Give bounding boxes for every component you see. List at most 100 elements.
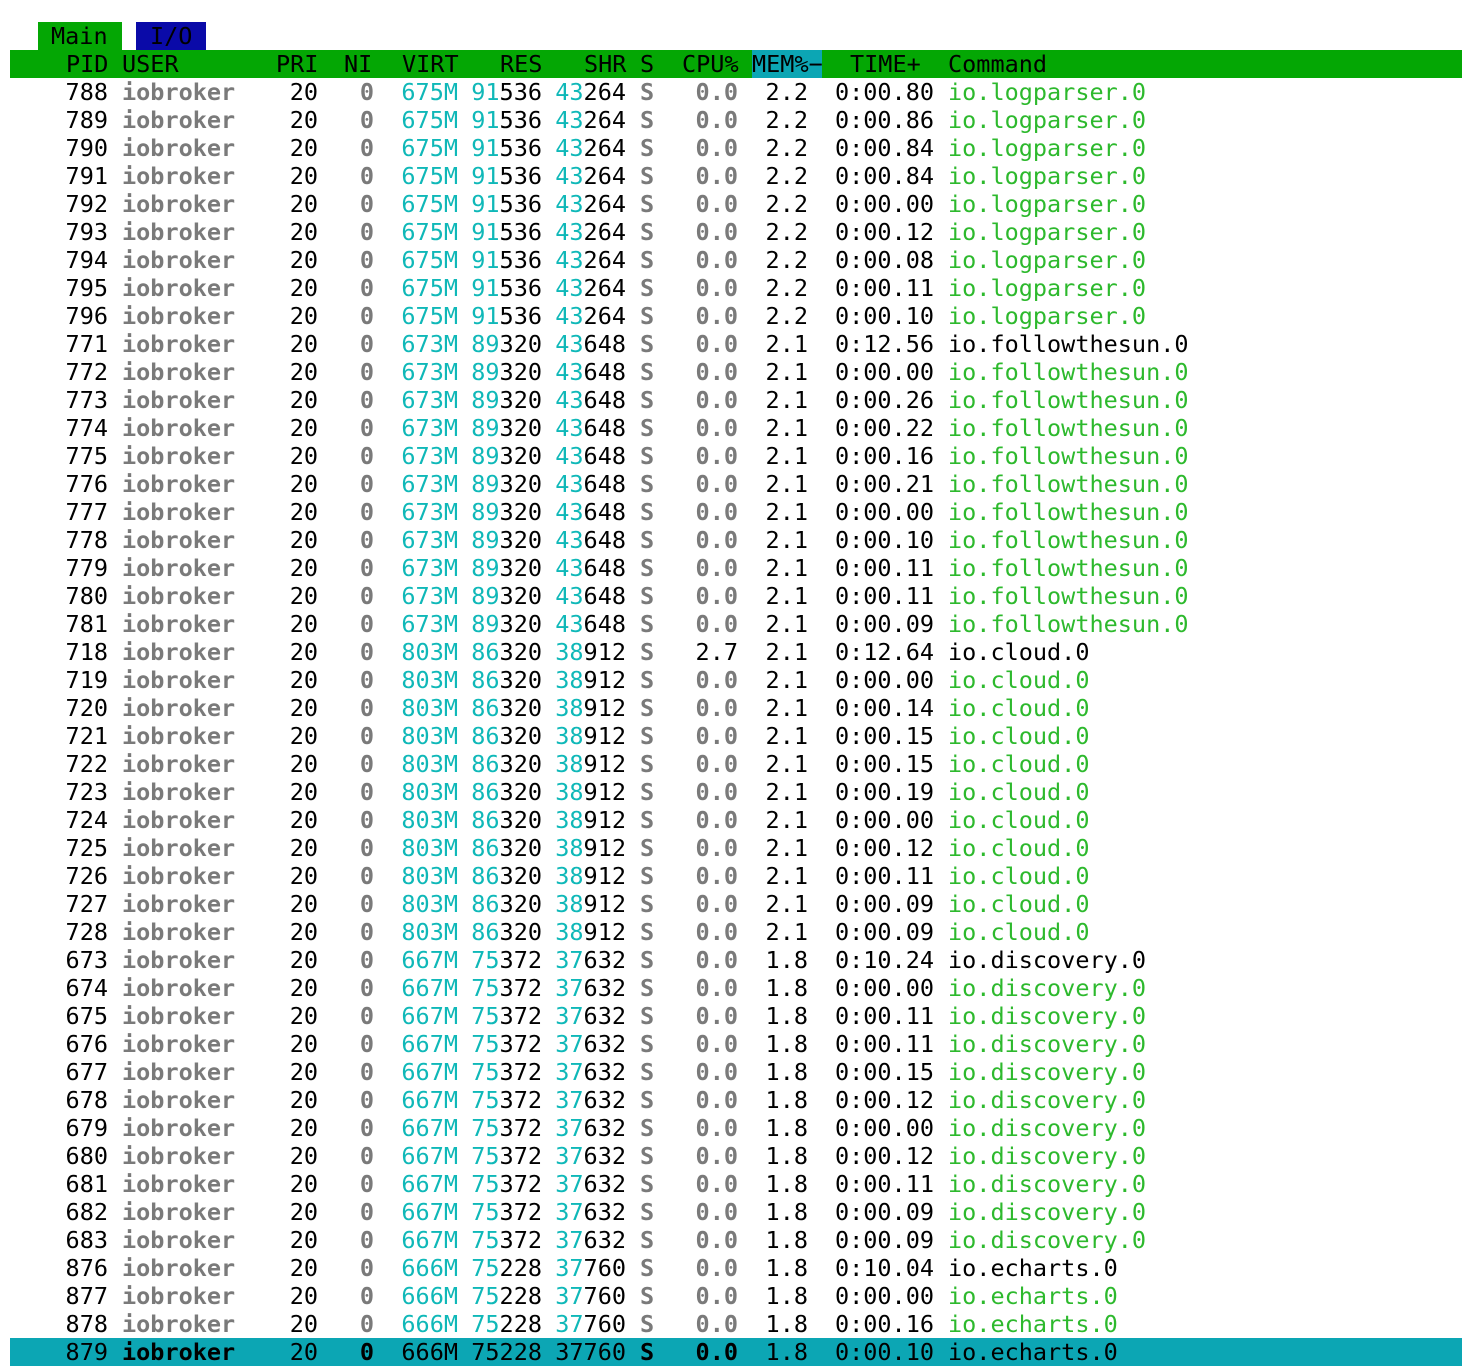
cell-pid: 774 <box>65 414 108 442</box>
process-row[interactable]: 789 iobroker 20 0 675M 91536 43264 S 0.0 2.2 0:00.… <box>0 106 1462 134</box>
process-row[interactable]: 793 iobroker 20 0 675M 91536 43264 S 0.0 2.2 0:00.… <box>0 218 1462 246</box>
column-header-ni[interactable]: NI <box>344 50 372 78</box>
process-row[interactable]: 780 iobroker 20 0 673M 89320 43648 S 0.0 2.1 0:00.… <box>0 582 1462 610</box>
process-row[interactable]: 719 iobroker 20 0 803M 86320 38912 S 0.0 2.1 0:00.… <box>0 666 1462 694</box>
cell-shr: 38912 <box>555 722 626 750</box>
process-row[interactable]: 720 iobroker 20 0 803M 86320 38912 S 0.0 2.1 0:00.… <box>0 694 1462 722</box>
cell-res: 91536 <box>471 218 542 246</box>
column-header-virt[interactable]: VIRT <box>402 50 459 78</box>
cell-pri: 20 <box>289 470 318 498</box>
process-row[interactable]: 726 iobroker 20 0 803M 86320 38912 S 0.0 2.1 0:00.… <box>0 862 1462 890</box>
cell-ni: 0 <box>359 190 374 218</box>
cell-s: S <box>640 1282 655 1310</box>
process-row[interactable]: 794 iobroker 20 0 675M 91536 43264 S 0.0 2.2 0:00.… <box>0 246 1462 274</box>
cell-cmd: io.cloud.0 <box>948 890 1090 918</box>
process-row[interactable]: 682 iobroker 20 0 667M 75372 37632 S 0.0 1.8 0:00.… <box>0 1198 1462 1226</box>
column-header-state[interactable]: S <box>640 50 654 78</box>
cell-ni: 0 <box>359 358 374 386</box>
cell-shr: 38912 <box>555 890 626 918</box>
cell-cpu: 0.0 <box>695 974 738 1002</box>
cell-mem: 2.2 <box>765 134 808 162</box>
cell-virt: 673M <box>401 554 458 582</box>
column-header-cpu[interactable]: CPU% <box>682 50 739 78</box>
process-row[interactable]: 790 iobroker 20 0 675M 91536 43264 S 0.0 2.2 0:00.… <box>0 134 1462 162</box>
column-header-time[interactable]: TIME+ <box>850 50 921 78</box>
cell-res: 89320 <box>471 330 542 358</box>
column-header-pri[interactable]: PRI <box>276 50 318 78</box>
cell-s: S <box>640 582 655 610</box>
process-row[interactable]: 772 iobroker 20 0 673M 89320 43648 S 0.0 2.1 0:00.… <box>0 358 1462 386</box>
process-row[interactable]: 792 iobroker 20 0 675M 91536 43264 S 0.0 2.2 0:00.… <box>0 190 1462 218</box>
process-row[interactable]: 721 iobroker 20 0 803M 86320 38912 S 0.0 2.1 0:00.… <box>0 722 1462 750</box>
cell-user: iobroker <box>122 386 236 414</box>
cell-cpu: 0.0 <box>695 862 738 890</box>
process-row[interactable]: 677 iobroker 20 0 667M 75372 37632 S 0.0 1.8 0:00.… <box>0 1058 1462 1086</box>
process-row[interactable]: 778 iobroker 20 0 673M 89320 43648 S 0.0 2.1 0:00.… <box>0 526 1462 554</box>
cell-user: iobroker <box>122 1142 236 1170</box>
process-row[interactable]: 796 iobroker 20 0 675M 91536 43264 S 0.0 2.2 0:00.… <box>0 302 1462 330</box>
process-row[interactable]: 781 iobroker 20 0 673M 89320 43648 S 0.0 2.1 0:00.… <box>0 610 1462 638</box>
column-header-res[interactable]: RES <box>500 50 542 78</box>
column-header-mem-sorted[interactable]: MEM%− <box>752 50 823 78</box>
process-row[interactable]: 725 iobroker 20 0 803M 86320 38912 S 0.0 2.1 0:00.… <box>0 834 1462 862</box>
tab-main[interactable]: Main <box>38 22 122 50</box>
process-row[interactable]: 779 iobroker 20 0 673M 89320 43648 S 0.0 2.1 0:00.… <box>0 554 1462 582</box>
process-row[interactable]: 876 iobroker 20 0 666M 75228 37760 S 0.0 1.8 0:10.… <box>0 1254 1462 1282</box>
process-row[interactable]: 679 iobroker 20 0 667M 75372 37632 S 0.0 1.8 0:00.… <box>0 1114 1462 1142</box>
process-row[interactable]: 683 iobroker 20 0 667M 75372 37632 S 0.0 1.8 0:00.… <box>0 1226 1462 1254</box>
column-header-user[interactable]: USER <box>122 50 179 78</box>
cell-cpu: 0.0 <box>695 442 738 470</box>
process-row[interactable]: 674 iobroker 20 0 667M 75372 37632 S 0.0 1.8 0:00.… <box>0 974 1462 1002</box>
cell-pri: 20 <box>289 778 318 806</box>
process-row[interactable]: 878 iobroker 20 0 666M 75228 37760 S 0.0 1.8 0:00.… <box>0 1310 1462 1338</box>
cell-user: iobroker <box>122 162 236 190</box>
process-row[interactable]: 728 iobroker 20 0 803M 86320 38912 S 0.0 2.1 0:00.… <box>0 918 1462 946</box>
process-row[interactable]: 727 iobroker 20 0 803M 86320 38912 S 0.0 2.1 0:00.… <box>0 890 1462 918</box>
process-row[interactable]: 723 iobroker 20 0 803M 86320 38912 S 0.0 2.1 0:00.… <box>0 778 1462 806</box>
process-row[interactable]: 681 iobroker 20 0 667M 75372 37632 S 0.0 1.8 0:00.… <box>0 1170 1462 1198</box>
cell-pid: 876 <box>65 1254 108 1282</box>
cell-cmd: io.discovery.0 <box>948 946 1147 974</box>
cell-virt: 673M <box>401 470 458 498</box>
process-row-selected[interactable]: 879 iobroker 20 0 666M 75228 37760 S 0.0 1.8 0:00.… <box>0 1338 1462 1366</box>
cell-shr: 43264 <box>555 218 626 246</box>
process-row[interactable]: 877 iobroker 20 0 666M 75228 37760 S 0.0 1.8 0:00.… <box>0 1282 1462 1310</box>
process-row[interactable]: 771 iobroker 20 0 673M 89320 43648 S 0.0 2.1 0:12.… <box>0 330 1462 358</box>
process-row[interactable]: 795 iobroker 20 0 675M 91536 43264 S 0.0 2.2 0:00.… <box>0 274 1462 302</box>
process-row[interactable]: 675 iobroker 20 0 667M 75372 37632 S 0.0 1.8 0:00.… <box>0 1002 1462 1030</box>
tab-io[interactable]: I/O <box>136 22 206 50</box>
cell-pid: 680 <box>65 1142 108 1170</box>
column-header-command[interactable]: Command <box>948 50 1047 78</box>
process-row[interactable]: 678 iobroker 20 0 667M 75372 37632 S 0.0 1.8 0:00.… <box>0 1086 1462 1114</box>
cell-user: iobroker <box>122 610 236 638</box>
cell-res: 86320 <box>471 750 542 778</box>
cell-cmd: io.logparser.0 <box>948 134 1147 162</box>
process-row[interactable]: 680 iobroker 20 0 667M 75372 37632 S 0.0 1.8 0:00.… <box>0 1142 1462 1170</box>
cell-cmd: io.followthesun.0 <box>948 330 1189 358</box>
process-row[interactable]: 774 iobroker 20 0 673M 89320 43648 S 0.0 2.1 0:00.… <box>0 414 1462 442</box>
process-row[interactable]: 676 iobroker 20 0 667M 75372 37632 S 0.0 1.8 0:00.… <box>0 1030 1462 1058</box>
process-row[interactable]: 718 iobroker 20 0 803M 86320 38912 S 2.7 2.1 0:12.… <box>0 638 1462 666</box>
cell-user: iobroker <box>122 918 236 946</box>
cell-pri: 20 <box>289 806 318 834</box>
process-row[interactable]: 788 iobroker 20 0 675M 91536 43264 S 0.0 2.2 0:00.… <box>0 78 1462 106</box>
cell-cmd: io.cloud.0 <box>948 778 1090 806</box>
cell-cmd: io.logparser.0 <box>948 190 1147 218</box>
process-row[interactable]: 776 iobroker 20 0 673M 89320 43648 S 0.0 2.1 0:00.… <box>0 470 1462 498</box>
process-row[interactable]: 777 iobroker 20 0 673M 89320 43648 S 0.0 2.1 0:00.… <box>0 498 1462 526</box>
process-row[interactable]: 773 iobroker 20 0 673M 89320 43648 S 0.0 2.1 0:00.… <box>0 386 1462 414</box>
process-row[interactable]: 673 iobroker 20 0 667M 75372 37632 S 0.0 1.8 0:10.… <box>0 946 1462 974</box>
process-row[interactable]: 791 iobroker 20 0 675M 91536 43264 S 0.0 2.2 0:00.… <box>0 162 1462 190</box>
cell-virt: 675M <box>401 302 458 330</box>
cell-shr: 37760 <box>555 1338 626 1366</box>
cell-shr: 38912 <box>555 694 626 722</box>
cell-mem: 1.8 <box>765 1254 808 1282</box>
column-header-shr[interactable]: SHR <box>584 50 626 78</box>
cell-ni: 0 <box>359 78 374 106</box>
cell-pid: 683 <box>65 1226 108 1254</box>
process-row[interactable]: 722 iobroker 20 0 803M 86320 38912 S 0.0 2.1 0:00.… <box>0 750 1462 778</box>
process-row[interactable]: 775 iobroker 20 0 673M 89320 43648 S 0.0 2.1 0:00.… <box>0 442 1462 470</box>
process-row[interactable]: 724 iobroker 20 0 803M 86320 38912 S 0.0 2.1 0:00.… <box>0 806 1462 834</box>
column-header-pid[interactable]: PID <box>66 50 108 78</box>
cell-virt: 666M <box>401 1338 458 1366</box>
